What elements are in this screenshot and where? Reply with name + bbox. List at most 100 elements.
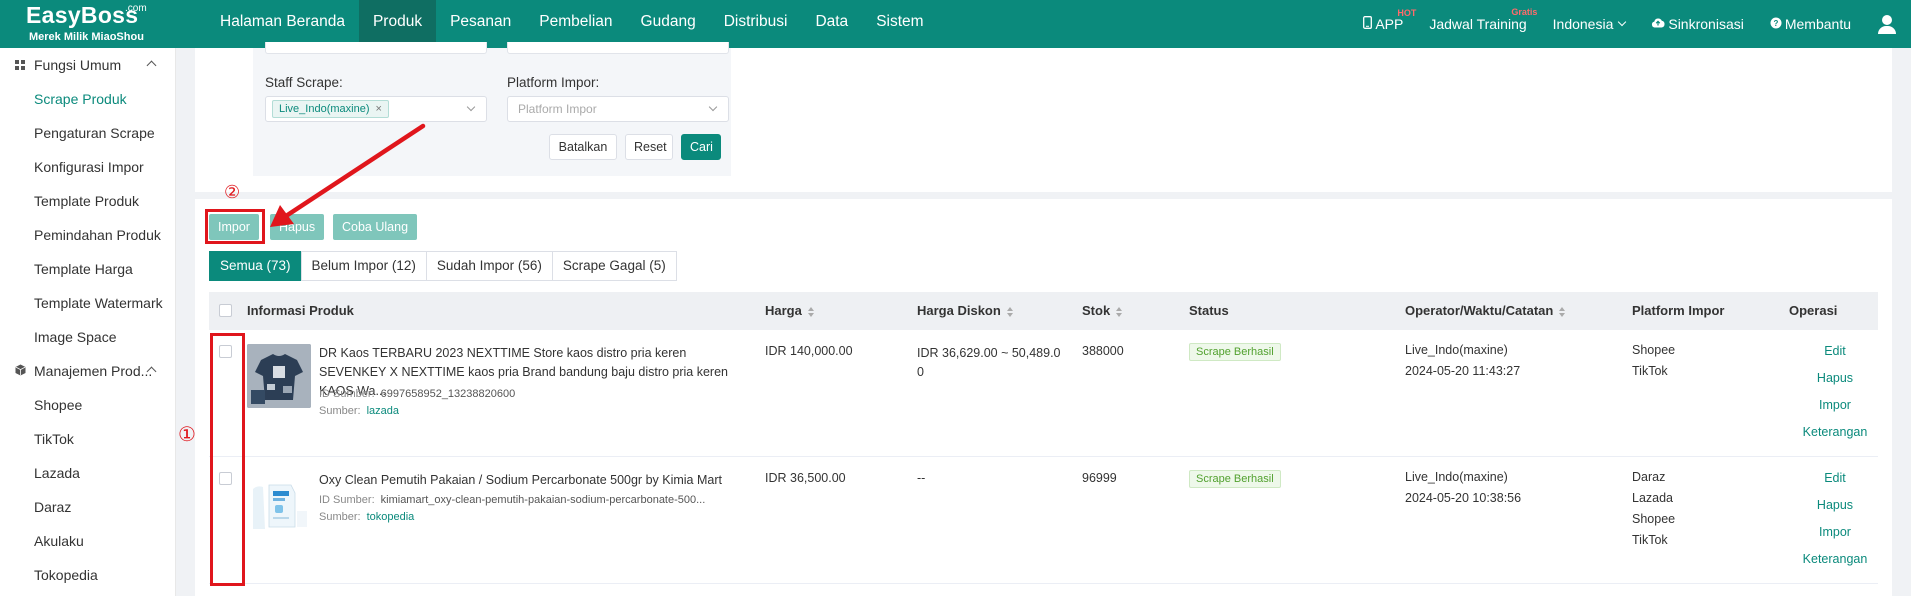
edit-link[interactable]: Edit (1790, 471, 1880, 485)
sync-link[interactable]: Sinkronisasi (1651, 16, 1744, 32)
source-id-value: kimiamart_oxy-clean-pemutih-pakaian-sodi… (380, 494, 706, 506)
nav-pesanan[interactable]: Pesanan (436, 0, 525, 48)
sidebar-item-shopee[interactable]: Shopee (0, 388, 175, 422)
status-badge: Scrape Berhasil (1189, 343, 1281, 361)
status-badge: Scrape Berhasil (1189, 470, 1281, 488)
top-right-menu: APP HOT Jadwal Training Gratis Indonesia… (1337, 0, 1897, 48)
nav-distribusi[interactable]: Distribusi (710, 0, 802, 48)
search-button[interactable]: Cari (681, 134, 721, 160)
sidebar-item-tokopedia[interactable]: Tokopedia (0, 558, 175, 592)
filter-panel: Staff Scrape: Live_Indo(maxine) × Platfor… (195, 42, 1892, 192)
sidebar-group-label: Fungsi Umum (34, 57, 122, 73)
platform-item: Daraz (1632, 470, 1666, 484)
product-title[interactable]: Oxy Clean Pemutih Pakaian / Sodium Perca… (319, 471, 739, 490)
cube-icon (15, 354, 26, 388)
retry-button[interactable]: Coba Ulang (333, 214, 418, 240)
select-all-checkbox[interactable] (219, 304, 232, 317)
notes-link[interactable]: Keterangan (1790, 425, 1880, 439)
discount-value: IDR 36,629.00 ~ 50,489.00 (917, 346, 1061, 379)
staff-scrape-select[interactable]: Live_Indo(maxine) × (265, 96, 487, 122)
sort-icon[interactable] (1006, 306, 1013, 317)
tab-semua[interactable]: Semua (73) (209, 251, 302, 281)
app-link[interactable]: APP HOT (1363, 8, 1416, 32)
delete-link[interactable]: Hapus (1790, 498, 1880, 512)
platform-impor-label: Platform Impor: (507, 75, 600, 90)
platform-item: Lazada (1632, 491, 1674, 505)
nav-data[interactable]: Data (801, 0, 862, 48)
source-id: ID Sumber: 6997658952_13238820600 (319, 388, 515, 400)
stock-value: 96999 (1082, 471, 1117, 485)
tab-belum-impor[interactable]: Belum Impor (12) (300, 251, 427, 281)
sidebar-item-tiktok[interactable]: TikTok (0, 422, 175, 456)
tab-scrape-gagal[interactable]: Scrape Gagal (5) (551, 251, 677, 281)
platform-item: TikTok (1632, 533, 1668, 547)
source-link[interactable]: tokopedia (367, 511, 415, 523)
product-thumbnail[interactable] (247, 344, 311, 408)
nav-home[interactable]: Halaman Beranda (206, 0, 359, 48)
notes-link[interactable]: Keterangan (1790, 552, 1880, 566)
sidebar-item-lazada[interactable]: Lazada (0, 456, 175, 490)
sidebar-group-manajemen-produk[interactable]: Manajemen Prod... (0, 354, 175, 388)
annotation-step-2: ② (224, 182, 241, 203)
staff-tag[interactable]: Live_Indo(maxine) × (272, 100, 389, 118)
sort-icon[interactable] (1559, 306, 1566, 317)
operator-time: 2024-05-20 10:38:56 (1405, 491, 1522, 505)
nav-pembelian[interactable]: Pembelian (525, 0, 626, 48)
operator-info: Live_Indo(maxine) 2024-05-20 11:43:27 (1405, 340, 1520, 382)
sort-icon[interactable] (807, 306, 814, 317)
delete-link[interactable]: Hapus (1790, 371, 1880, 385)
source-link[interactable]: lazada (367, 405, 399, 417)
sidebar-item-template-harga[interactable]: Template Harga (0, 252, 175, 286)
column-header-stock[interactable]: Stok (1082, 303, 1123, 318)
hot-badge: HOT (1397, 8, 1417, 18)
sidebar-item-template-watermark[interactable]: Template Watermark (0, 286, 175, 320)
sidebar-item-image-space[interactable]: Image Space (0, 320, 175, 354)
reset-button[interactable]: Reset (625, 134, 673, 160)
sidebar-group-fungsi-umum[interactable]: Fungsi Umum (0, 48, 175, 82)
language-selector[interactable]: Indonesia (1553, 16, 1627, 32)
platform-item: Shopee (1632, 343, 1676, 357)
platform-item: TikTok (1632, 364, 1668, 378)
easyboss-logo[interactable]: EasyBoss .com Merek Milik MiaoShou (26, 2, 186, 46)
logo-tagline: Merek Milik MiaoShou (29, 31, 144, 43)
close-icon[interactable]: × (376, 103, 382, 115)
sidebar-item-pengaturan-scrape[interactable]: Pengaturan Scrape (0, 116, 175, 150)
help-link[interactable]: ? Membantu (1770, 16, 1851, 32)
chevron-down-icon (466, 102, 476, 112)
sidebar-item-scrape-produk[interactable]: Scrape Produk (0, 82, 175, 116)
delete-button[interactable]: Hapus (270, 214, 325, 240)
chevron-up-icon (146, 60, 157, 71)
table-header: Informasi Produk Harga Harga Diskon Stok… (209, 292, 1878, 330)
column-header-operator[interactable]: Operator/Waktu/Catatan (1405, 303, 1566, 318)
cancel-button[interactable]: Batalkan (549, 134, 617, 160)
time-range-field-cutoff[interactable] (265, 42, 487, 54)
column-header-status: Status (1189, 303, 1229, 318)
training-label: Jadwal Training (1429, 16, 1527, 32)
nav-sistem[interactable]: Sistem (862, 0, 937, 48)
sidebar-item-template-produk[interactable]: Template Produk (0, 184, 175, 218)
operator-name: Live_Indo(maxine) (1405, 343, 1508, 357)
logo-suffix: .com (125, 3, 147, 14)
user-icon[interactable] (1877, 13, 1897, 35)
edit-link[interactable]: Edit (1790, 344, 1880, 358)
sidebar-item-akulaku[interactable]: Akulaku (0, 524, 175, 558)
sidebar-item-pemindahan-produk[interactable]: Pemindahan Produk (0, 218, 175, 252)
nav-gudang[interactable]: Gudang (627, 0, 710, 48)
column-header-price[interactable]: Harga (765, 303, 814, 318)
sidebar-item-konfigurasi-impor[interactable]: Konfigurasi Impor (0, 150, 175, 184)
column-header-discount[interactable]: Harga Diskon (917, 303, 1013, 318)
time-range-field-cutoff[interactable] (507, 42, 729, 54)
tab-sudah-impor[interactable]: Sudah Impor (56) (425, 251, 553, 281)
sort-icon[interactable] (1116, 306, 1123, 317)
training-link[interactable]: Jadwal Training Gratis (1429, 7, 1537, 32)
platform-item: Shopee (1632, 512, 1676, 526)
product-thumbnail[interactable] (247, 471, 311, 535)
nav-produk[interactable]: Produk (358, 0, 437, 48)
platform-impor-select[interactable]: Platform Impor (507, 96, 729, 122)
annotation-highlight-import (205, 209, 265, 244)
column-header-discount-label: Harga Diskon (917, 303, 1001, 318)
import-link[interactable]: Impor (1790, 398, 1880, 412)
import-link[interactable]: Impor (1790, 525, 1880, 539)
help-label: Membantu (1784, 16, 1851, 32)
sidebar-item-daraz[interactable]: Daraz (0, 490, 175, 524)
